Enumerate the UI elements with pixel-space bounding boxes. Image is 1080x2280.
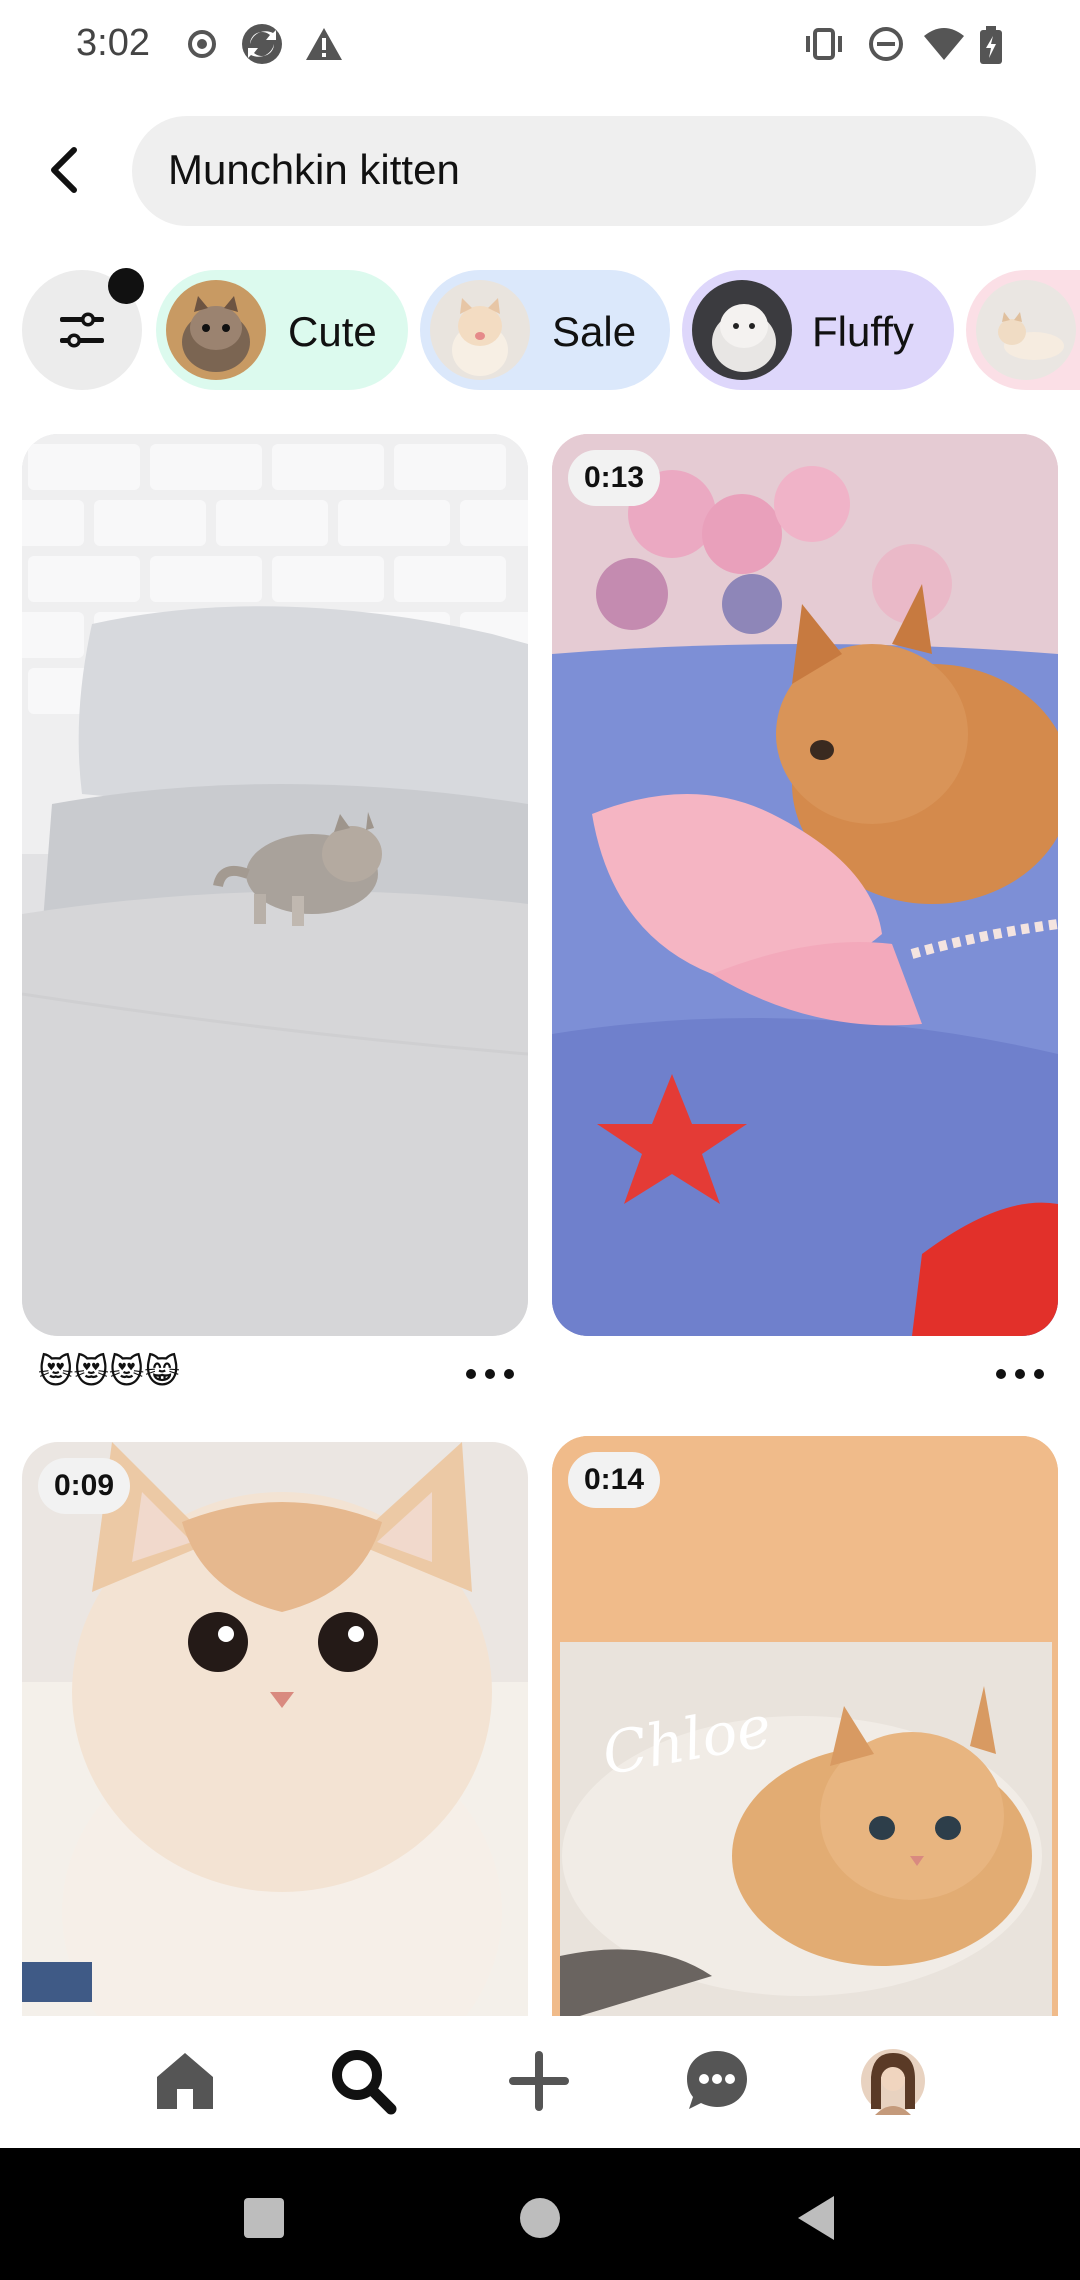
chip-cute[interactable]: Cute xyxy=(156,270,408,390)
chip-label: Cute xyxy=(288,308,377,355)
search-query: Munchkin kitten xyxy=(168,146,460,193)
back-triangle-icon xyxy=(798,2196,834,2240)
warning-icon xyxy=(304,26,344,62)
duration-badge: 0:14 xyxy=(568,1452,661,1508)
chip-thumbnail xyxy=(166,280,266,380)
sliders-icon xyxy=(60,312,104,348)
chip-thumbnail xyxy=(430,280,530,380)
pin-image xyxy=(22,1442,528,2022)
more-options-button[interactable] xyxy=(990,1354,1050,1394)
chip-label: Sale xyxy=(552,308,637,355)
messages-icon xyxy=(687,2051,747,2109)
search-icon xyxy=(332,2050,397,2115)
pin-card-1[interactable] xyxy=(22,434,528,1336)
recents-icon xyxy=(244,2198,284,2238)
status-time: 3:02 xyxy=(76,22,150,64)
chip-partial[interactable] xyxy=(966,270,1080,390)
chip-thumbnail xyxy=(692,280,792,380)
home-circle-icon xyxy=(520,2198,560,2238)
pin-card-3[interactable]: 0:09 xyxy=(22,1442,528,2022)
battery-charging-icon xyxy=(978,26,1004,64)
more-options-button[interactable] xyxy=(460,1354,520,1394)
back-button[interactable] xyxy=(28,130,100,210)
profile-avatar xyxy=(861,2049,925,2115)
pin-caption: 😻😻😻😸 xyxy=(38,1353,180,1391)
sync-icon xyxy=(240,22,284,66)
status-bar: 3:02 xyxy=(0,0,1080,88)
chip-sale[interactable]: Sale xyxy=(420,270,670,390)
chip-thumbnail xyxy=(976,280,1076,380)
filter-indicator-dot xyxy=(108,268,144,304)
chip-label: Fluffy xyxy=(812,308,914,355)
do-not-disturb-icon xyxy=(868,26,904,62)
vibrate-icon xyxy=(802,26,846,62)
home-icon xyxy=(157,2053,213,2109)
wifi-icon xyxy=(922,26,966,62)
pin-image xyxy=(552,434,1058,1336)
chip-fluffy[interactable]: Fluffy xyxy=(682,270,954,390)
back-arrow-icon xyxy=(51,147,77,193)
nav-home[interactable] xyxy=(140,2036,230,2126)
suggestion-chips: Cute Sale Fluffy xyxy=(0,268,1080,392)
system-navigation-bar xyxy=(0,2148,1080,2280)
record-icon xyxy=(184,26,220,62)
bottom-navigation xyxy=(0,2016,1080,2148)
home-button[interactable] xyxy=(510,2188,570,2248)
nav-messages[interactable] xyxy=(672,2036,762,2126)
recents-button[interactable] xyxy=(234,2188,294,2248)
create-icon xyxy=(509,2051,569,2111)
nav-create[interactable] xyxy=(494,2036,584,2126)
system-back-button[interactable] xyxy=(786,2188,846,2248)
duration-badge: 0:13 xyxy=(568,450,661,506)
duration-badge: 0:09 xyxy=(38,1458,131,1514)
pin-card-4[interactable]: Chloe 0:14 xyxy=(552,1436,1058,2022)
pin-card-2[interactable]: 0:13 xyxy=(552,434,1058,1336)
nav-profile[interactable] xyxy=(848,2036,938,2126)
search-input[interactable]: Munchkin kitten xyxy=(132,116,1036,226)
pin-image xyxy=(22,434,528,1336)
nav-search[interactable] xyxy=(318,2036,408,2126)
